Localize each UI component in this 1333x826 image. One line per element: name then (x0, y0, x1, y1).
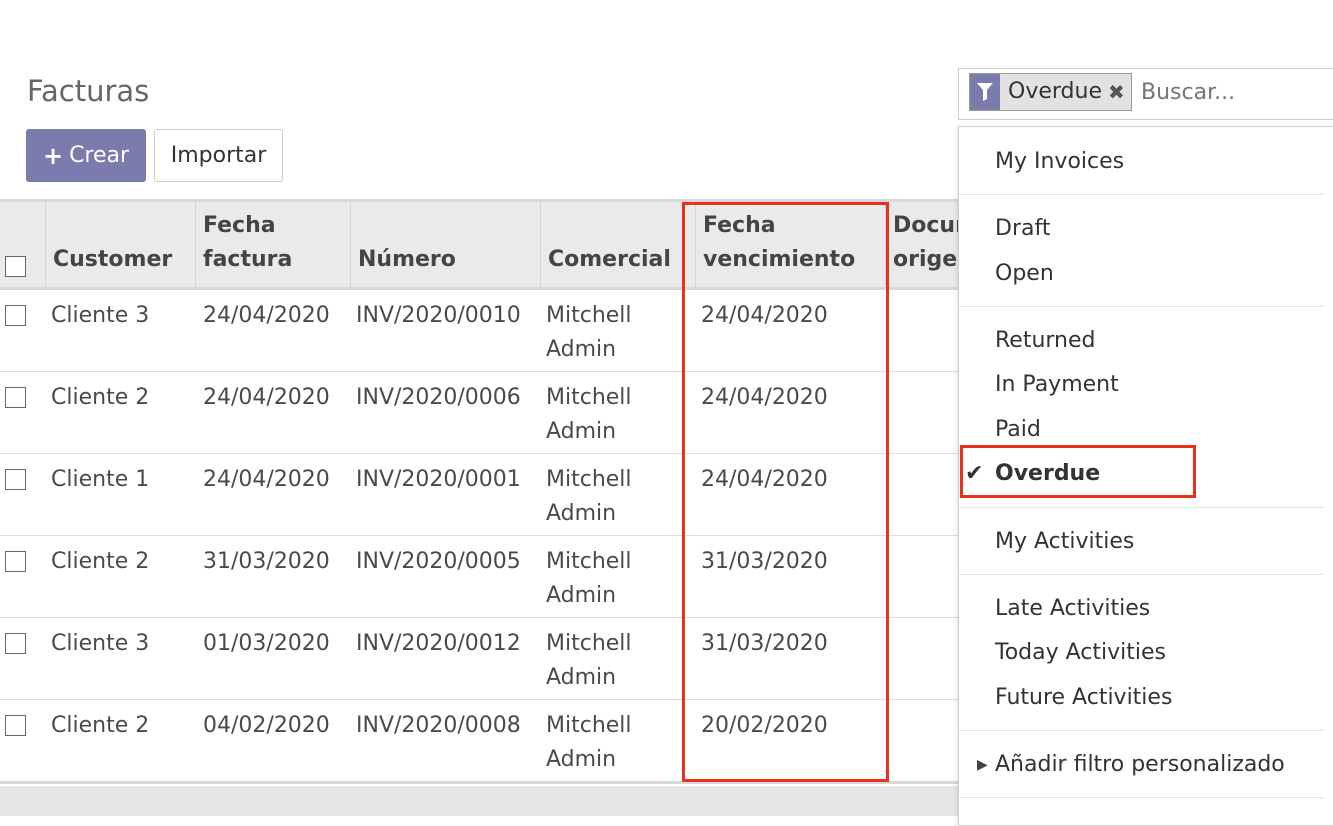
cell-numero: INV/2020/0012 (356, 631, 521, 656)
cell-customer: Cliente 3 (51, 303, 150, 328)
column-header-fecha-vencimiento[interactable]: Fecha vencimiento (695, 202, 885, 287)
cell-fecha-factura: 24/04/2020 (203, 385, 330, 410)
filter-overdue[interactable]: Overdue (995, 461, 1100, 486)
filter-icon (970, 74, 1000, 110)
filters-dropdown: My Invoices Draft Open Returned In Payme… (958, 126, 1333, 826)
caret-right-icon: ▶ (977, 757, 988, 773)
column-header-documento-origen[interactable]: Docur origen (885, 202, 960, 287)
cell-comercial: Mitchell Admin (546, 467, 632, 526)
page-title: Facturas (27, 74, 150, 108)
facet-value: Overdue (1008, 79, 1102, 104)
filter-returned[interactable]: Returned (995, 328, 1096, 353)
cell-fecha-vencimiento: 31/03/2020 (701, 631, 828, 656)
cell-comercial: Mitchell Admin (546, 713, 632, 772)
filter-late-activities[interactable]: Late Activities (995, 596, 1150, 621)
filter-my-invoices[interactable]: My Invoices (995, 149, 1124, 174)
close-icon[interactable]: ✖ (1108, 74, 1131, 110)
filter-my-activities[interactable]: My Activities (995, 529, 1134, 554)
cell-customer: Cliente 2 (51, 713, 150, 738)
search-facet-overdue: Overdue ✖ (969, 73, 1132, 111)
filter-in-payment[interactable]: In Payment (995, 372, 1119, 397)
table-row[interactable]: Cliente 3 24/04/2020 INV/2020/0010 Mitch… (0, 290, 960, 372)
cell-comercial: Mitchell Admin (546, 303, 632, 362)
table-row[interactable]: Cliente 2 24/04/2020 INV/2020/0006 Mitch… (0, 372, 960, 454)
filter-today-activities[interactable]: Today Activities (995, 640, 1166, 665)
add-custom-filter[interactable]: Añadir filtro personalizado (995, 752, 1285, 777)
column-header-comercial[interactable]: Comercial (540, 202, 685, 287)
cell-numero: INV/2020/0006 (356, 385, 521, 410)
import-button[interactable]: Importar (154, 129, 283, 182)
cell-comercial: Mitchell Admin (546, 549, 632, 608)
table-row[interactable]: Cliente 2 04/02/2020 INV/2020/0008 Mitch… (0, 700, 960, 781)
filter-open[interactable]: Open (995, 261, 1054, 286)
row-checkbox[interactable] (5, 551, 26, 572)
cell-fecha-factura: 31/03/2020 (203, 549, 330, 574)
select-all-cell (0, 202, 45, 287)
table-row[interactable]: Cliente 3 01/03/2020 INV/2020/0012 Mitch… (0, 618, 960, 700)
column-header-numero[interactable]: Número (350, 202, 540, 287)
search-input[interactable] (1139, 79, 1333, 106)
row-checkbox[interactable] (5, 387, 26, 408)
cell-numero: INV/2020/0001 (356, 467, 521, 492)
cell-numero: INV/2020/0005 (356, 549, 521, 574)
cell-numero: INV/2020/0008 (356, 713, 521, 738)
column-header-fecha-factura[interactable]: Fecha factura (195, 202, 350, 287)
cell-customer: Cliente 2 (51, 385, 150, 410)
cell-fecha-vencimiento: 24/04/2020 (701, 303, 828, 328)
table-row[interactable]: Cliente 1 24/04/2020 INV/2020/0001 Mitch… (0, 454, 960, 536)
table-footer (0, 786, 960, 816)
table-row[interactable]: Cliente 2 31/03/2020 INV/2020/0005 Mitch… (0, 536, 960, 618)
cell-customer: Cliente 2 (51, 549, 150, 574)
cell-fecha-factura: 04/02/2020 (203, 713, 330, 738)
row-checkbox[interactable] (5, 633, 26, 654)
cell-comercial: Mitchell Admin (546, 631, 632, 690)
cell-fecha-factura: 24/04/2020 (203, 303, 330, 328)
cell-comercial: Mitchell Admin (546, 385, 632, 444)
select-all-checkbox[interactable] (5, 256, 26, 277)
cell-customer: Cliente 3 (51, 631, 150, 656)
invoice-table: Customer Fecha factura Número Comercial … (0, 199, 960, 784)
cell-fecha-vencimiento: 24/04/2020 (701, 467, 828, 492)
cell-fecha-vencimiento: 24/04/2020 (701, 385, 828, 410)
cell-fecha-factura: 01/03/2020 (203, 631, 330, 656)
cell-fecha-vencimiento: 20/02/2020 (701, 713, 828, 738)
plus-icon: + (42, 141, 64, 170)
create-button-label: Crear (69, 143, 130, 168)
row-checkbox[interactable] (5, 715, 26, 736)
filter-paid[interactable]: Paid (995, 417, 1041, 442)
cell-customer: Cliente 1 (51, 467, 150, 492)
cell-numero: INV/2020/0010 (356, 303, 521, 328)
row-checkbox[interactable] (5, 469, 26, 490)
cell-fecha-vencimiento: 31/03/2020 (701, 549, 828, 574)
search-bar[interactable]: Overdue ✖ (958, 68, 1333, 120)
cell-fecha-factura: 24/04/2020 (203, 467, 330, 492)
table-header: Customer Fecha factura Número Comercial … (0, 202, 960, 290)
create-button[interactable]: + Crear (26, 129, 146, 182)
check-icon: ✔ (965, 461, 984, 486)
filter-future-activities[interactable]: Future Activities (995, 685, 1172, 710)
filter-draft[interactable]: Draft (995, 216, 1050, 241)
row-checkbox[interactable] (5, 305, 26, 326)
